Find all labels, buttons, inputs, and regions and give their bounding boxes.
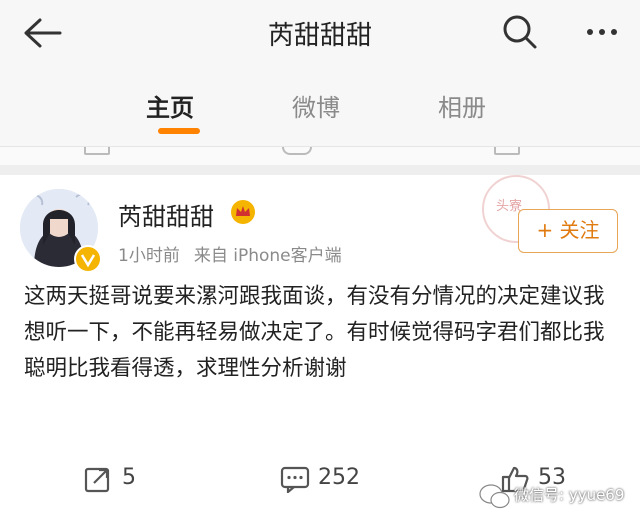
- previous-post-fragment: [0, 147, 640, 165]
- tab-home[interactable]: 主页: [146, 88, 194, 123]
- more-icon[interactable]: [582, 12, 622, 52]
- follow-button[interactable]: + 关注: [518, 209, 618, 253]
- like-icon: [494, 147, 520, 155]
- active-tab-indicator: [158, 128, 200, 134]
- forward-icon: [84, 147, 110, 155]
- post-content: 这两天挺哥说要来漯河跟我面谈，有没有分情况的决定建议我想听一下，不能再轻易做决定…: [24, 284, 605, 381]
- top-bar: 芮甜甜甜: [0, 0, 640, 66]
- divider: [0, 165, 640, 175]
- forward-count: 5: [122, 465, 136, 490]
- profile-tabs: 主页 微博 相册: [0, 66, 640, 147]
- post-card: 头寮 芮甜甜甜 1小时前 来自 iPhone客户端 + 关注 这两天挺哥说要来漯河…: [0, 175, 640, 519]
- post-time: 1小时前: [118, 246, 180, 266]
- forward-icon: [84, 467, 110, 493]
- verified-badge-icon: [74, 245, 102, 273]
- search-icon[interactable]: [500, 12, 540, 52]
- comment-count: 252: [318, 465, 360, 490]
- watermark-text: 微信号: yyue69: [514, 486, 625, 504]
- wechat-watermark: 微信号: yyue69: [476, 478, 640, 514]
- wechat-icon: [479, 484, 510, 509]
- post-meta: 1小时前 来自 iPhone客户端: [118, 241, 342, 266]
- comment-icon: [282, 147, 312, 155]
- comment-icon: [280, 466, 310, 493]
- tab-weibo[interactable]: 微博: [292, 88, 340, 123]
- username[interactable]: 芮甜甜甜: [118, 197, 214, 232]
- page-title: 芮甜甜甜: [267, 21, 372, 51]
- post-source: 来自 iPhone客户端: [193, 246, 342, 266]
- tab-album[interactable]: 相册: [438, 88, 486, 123]
- crown-icon: [230, 199, 256, 225]
